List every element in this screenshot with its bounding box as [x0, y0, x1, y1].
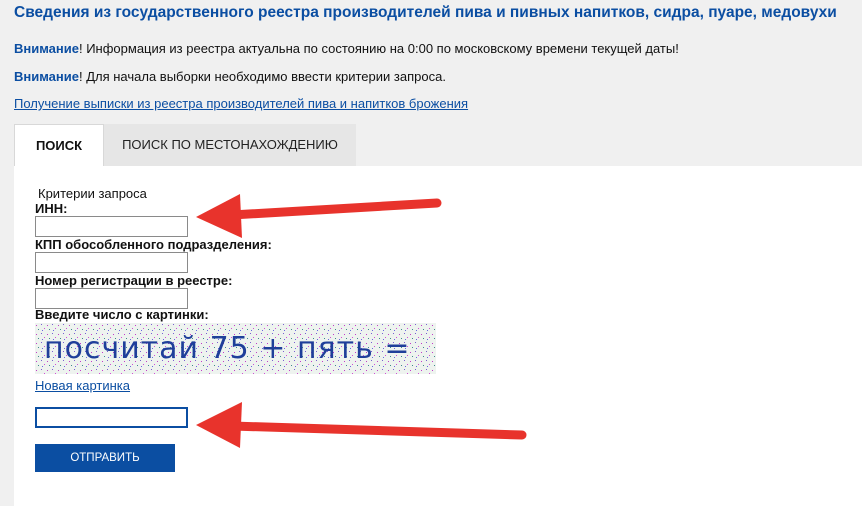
notice-label: Внимание	[14, 69, 79, 84]
submit-button[interactable]: ОТПРАВИТЬ	[35, 444, 175, 472]
tab-search[interactable]: ПОИСК	[14, 124, 104, 166]
kpp-input[interactable]	[35, 252, 188, 273]
criteria-title: Критерии запроса	[38, 186, 147, 201]
kpp-label: КПП обособленного подразделения:	[35, 237, 272, 252]
notice-label: Внимание	[14, 41, 79, 56]
new-captcha-link[interactable]: Новая картинка	[35, 378, 130, 393]
notice-criteria: Внимание! Для начала выборки необходимо …	[14, 69, 446, 84]
page-title: Сведения из государственного реестра про…	[14, 4, 837, 21]
captcha-image: посчитай 75 + пять =	[35, 323, 436, 374]
captcha-input[interactable]	[35, 407, 188, 428]
registration-number-input[interactable]	[35, 288, 188, 309]
registration-number-label: Номер регистрации в реестре:	[35, 273, 233, 288]
inn-input[interactable]	[35, 216, 188, 237]
captcha-label: Введите число с картинки:	[35, 307, 209, 322]
notice-text: ! Информация из реестра актуальна по сос…	[78, 41, 679, 56]
registry-extract-link[interactable]: Получение выписки из реестра производите…	[14, 96, 468, 111]
notice-text: ! Для начала выборки необходимо ввести к…	[78, 69, 446, 84]
captcha-image-text: посчитай 75 + пять =	[44, 331, 411, 366]
notice-actuality: Внимание! Информация из реестра актуальн…	[14, 41, 679, 56]
tab-search-by-location[interactable]: ПОИСК ПО МЕСТОНАХОЖДЕНИЮ	[104, 124, 356, 166]
inn-label: ИНН:	[35, 201, 68, 216]
